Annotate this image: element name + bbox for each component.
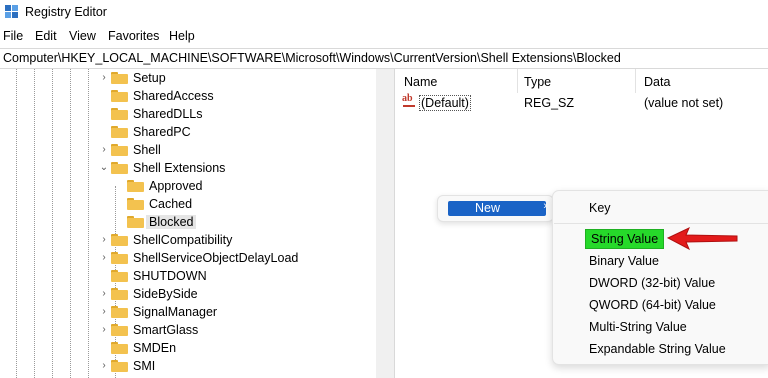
folder-icon <box>127 180 144 192</box>
value-data: (value not set) <box>644 96 724 110</box>
folder-icon <box>111 108 128 120</box>
tree-item-label: SharedAccess <box>133 89 214 103</box>
window-title: Registry Editor <box>25 5 107 19</box>
tree-item-label: Setup <box>133 71 166 85</box>
folder-icon <box>127 216 144 228</box>
tree-item-label: Approved <box>149 179 203 193</box>
menu-edit[interactable]: Edit <box>35 29 57 43</box>
folder-icon <box>111 126 128 138</box>
column-header-data[interactable]: Data <box>635 69 768 93</box>
menu-item-key[interactable]: Key <box>589 201 611 215</box>
tree-item-label: SharedDLLs <box>133 107 203 121</box>
chevron-right-icon[interactable]: › <box>98 285 110 303</box>
value-row[interactable]: ab (Default) REG_SZ (value not set) <box>395 93 768 113</box>
tree-item-label: SMDEn <box>133 341 177 355</box>
menu-view[interactable]: View <box>69 29 96 43</box>
tree-item-label: Blocked <box>146 215 197 229</box>
tree-item-label: SharedPC <box>133 125 191 139</box>
folder-icon <box>111 144 128 156</box>
chevron-right-icon[interactable]: › <box>98 321 110 339</box>
chevron-right-icon: › <box>543 200 547 212</box>
key-tree[interactable]: › Setup SharedAccess SharedDLLs SharedPC › She… <box>0 69 376 378</box>
tree-guide-line <box>16 69 17 378</box>
chevron-right-icon[interactable]: › <box>98 141 110 159</box>
folder-icon <box>127 198 144 210</box>
chevron-down-icon[interactable]: ⌄ <box>98 159 110 177</box>
tree-item-label: Cached <box>149 197 193 211</box>
tree-item-label: SideBySide <box>133 287 198 301</box>
address-path[interactable]: Computer\HKEY_LOCAL_MACHINE\SOFTWARE\Mic… <box>3 51 621 65</box>
new-submenu: Key String Value Binary Value DWORD (32-… <box>552 190 768 365</box>
address-bar[interactable]: Computer\HKEY_LOCAL_MACHINE\SOFTWARE\Mic… <box>0 48 768 69</box>
context-menu: New › <box>437 195 554 222</box>
tree-item-label: SHUTDOWN <box>133 269 207 283</box>
folder-icon <box>111 342 128 354</box>
folder-icon <box>111 306 128 318</box>
tree-guide-line <box>88 69 89 378</box>
folder-icon <box>111 162 128 174</box>
value-name: (Default) <box>419 95 471 111</box>
folder-icon <box>111 360 128 372</box>
menu-item-string-value[interactable]: String Value <box>585 229 665 249</box>
menu-item-qword-value[interactable]: QWORD (64-bit) Value <box>589 298 716 312</box>
tree-guide-line <box>52 69 53 378</box>
tree-item-label: Shell <box>133 143 161 157</box>
chevron-right-icon[interactable]: › <box>98 303 110 321</box>
registry-editor-icon <box>5 5 19 19</box>
menu-help[interactable]: Help <box>169 29 195 43</box>
value-type: REG_SZ <box>524 96 575 110</box>
annotation-arrow-icon <box>667 226 738 251</box>
title-bar: Registry Editor <box>0 0 768 26</box>
string-value-icon: ab <box>402 93 416 109</box>
folder-icon <box>111 234 128 246</box>
chevron-right-icon[interactable]: › <box>98 357 110 375</box>
tree-item-label: SMI <box>133 359 156 373</box>
folder-icon <box>111 90 128 102</box>
chevron-right-icon[interactable]: › <box>98 249 110 267</box>
folder-icon <box>111 252 128 264</box>
folder-icon <box>111 324 128 336</box>
menu-item-binary-value[interactable]: Binary Value <box>589 254 659 268</box>
tree-item-label: SmartGlass <box>133 323 199 337</box>
folder-icon <box>111 72 128 84</box>
column-header-name[interactable]: Name <box>395 69 518 93</box>
tree-item-label: ShellCompatibility <box>133 233 233 247</box>
pane-splitter[interactable] <box>376 69 394 378</box>
folder-icon <box>111 288 128 300</box>
tree-item-label: SignalManager <box>133 305 218 319</box>
menu-file[interactable]: File <box>3 29 23 43</box>
menu-separator <box>554 223 768 224</box>
menu-item-expandable-string-value[interactable]: Expandable String Value <box>589 342 726 356</box>
column-header-type[interactable]: Type <box>515 69 635 93</box>
tree-guide-line <box>34 69 35 378</box>
chevron-right-icon[interactable]: › <box>98 231 110 249</box>
menu-item-new-label: New <box>475 201 501 215</box>
menu-bar: File Edit View Favorites Help <box>0 27 768 47</box>
folder-icon <box>111 270 128 282</box>
menu-item-multi-string-value[interactable]: Multi-String Value <box>589 320 687 334</box>
menu-favorites[interactable]: Favorites <box>108 29 159 43</box>
chevron-right-icon[interactable]: › <box>98 69 110 87</box>
tree-item-label: ShellServiceObjectDelayLoad <box>133 251 299 265</box>
menu-item-dword-value[interactable]: DWORD (32-bit) Value <box>589 276 715 290</box>
tree-guide-line <box>70 69 71 378</box>
tree-item-label: Shell Extensions <box>133 161 226 175</box>
